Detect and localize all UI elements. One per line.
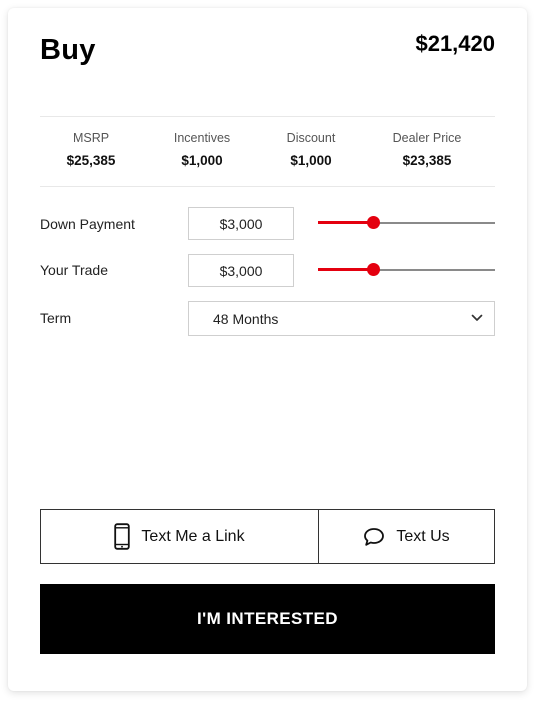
total-price: $21,420 [415,31,495,56]
price-value: $1,000 [290,153,332,168]
buy-card: Buy $21,420 MSRP $25,385 Incentives $1,0… [8,8,527,691]
im-interested-button[interactable]: I'M INTERESTED [40,584,495,654]
text-us-label: Text Us [396,527,450,545]
chat-bubble-icon [364,527,385,546]
term-label: Term [40,310,72,326]
price-value: $23,385 [402,153,452,168]
price-label: Incentives [173,131,231,145]
text-us-button[interactable]: Text Us [319,510,494,563]
slider-fill [318,221,373,224]
down-payment-label: Down Payment [40,216,135,232]
price-discount: Discount $1,000 [256,131,366,168]
term-select[interactable]: 48 Months [188,301,495,336]
price-label: Discount [286,131,336,145]
smartphone-icon [114,523,131,550]
slider-thumb[interactable] [366,263,380,276]
divider-top [40,116,495,117]
trade-input[interactable] [188,254,294,287]
page-title: Buy [40,34,96,66]
text-me-a-link-button[interactable]: Text Me a Link [41,510,319,563]
price-incentives: Incentives $1,000 [147,131,257,168]
trade-slider[interactable] [318,260,495,280]
term-select-value: 48 Months [213,311,279,327]
slider-fill [318,268,373,271]
down-payment-slider[interactable] [318,213,495,233]
down-payment-input[interactable] [188,207,294,240]
chevron-down-icon [471,314,483,321]
share-button-group: Text Me a Link Text Us [40,509,495,564]
text-me-a-link-label: Text Me a Link [141,527,245,545]
trade-label: Your Trade [40,262,108,278]
divider-bottom [40,186,495,187]
price-label: MSRP [72,131,110,145]
price-value: $25,385 [66,153,116,168]
price-value: $1,000 [181,153,223,168]
slider-thumb[interactable] [366,216,380,229]
price-dealer: Dealer Price $23,385 [372,131,482,168]
price-label: Dealer Price [392,131,462,145]
price-msrp: MSRP $25,385 [36,131,146,168]
